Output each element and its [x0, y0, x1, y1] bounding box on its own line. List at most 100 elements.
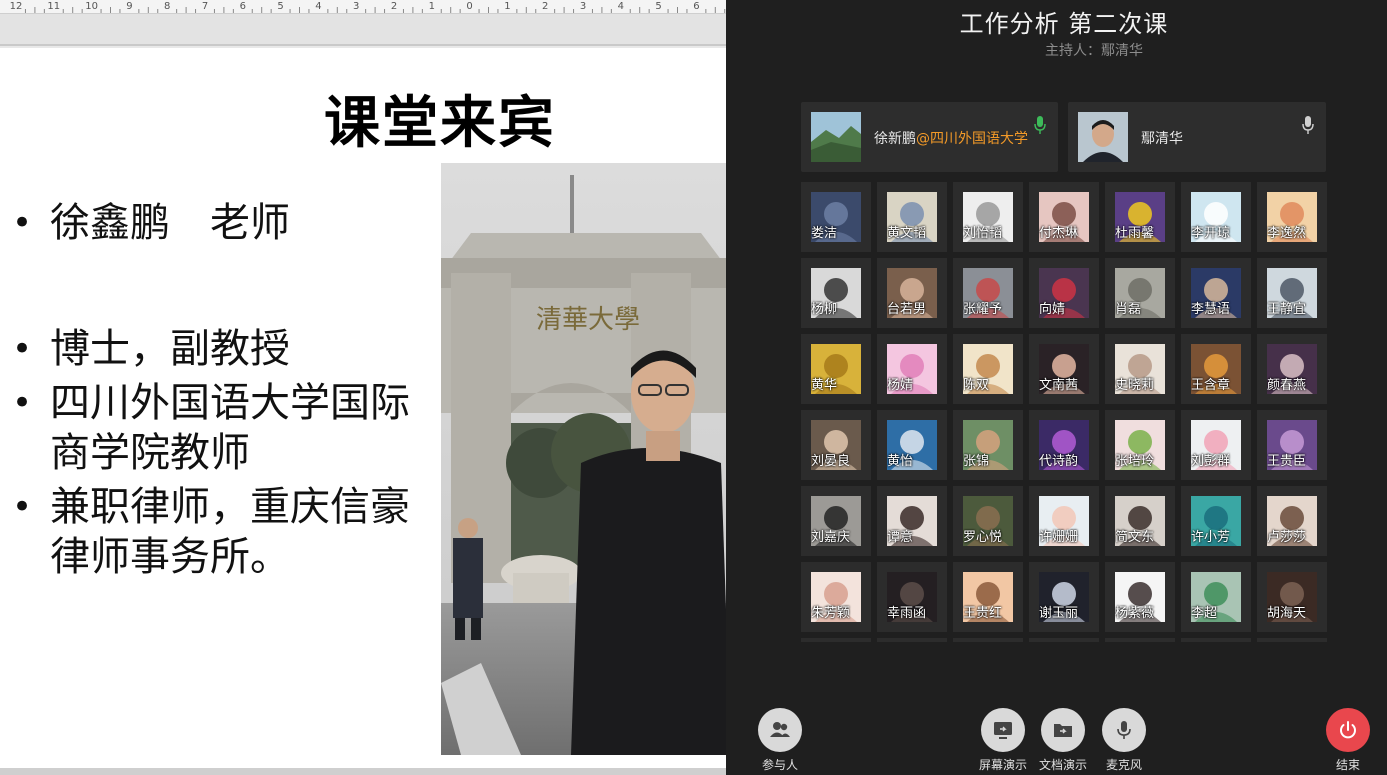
speaker-name: 徐新鹏 [874, 131, 916, 147]
participant-tile[interactable]: 台若男 [877, 258, 947, 328]
participant-name: 张锦 [963, 454, 990, 469]
participant-tile[interactable]: 文南茜 [1029, 334, 1099, 404]
participant-name: 简文东 [1115, 530, 1155, 545]
participant-tile[interactable] [801, 638, 871, 642]
participant-name: 刘彭群 [1191, 454, 1231, 469]
participant-tile[interactable]: 肖磊 [1105, 258, 1175, 328]
participant-tile[interactable]: 谭意 [877, 486, 947, 556]
participant-tile[interactable] [1105, 638, 1175, 642]
folder-icon [1054, 724, 1072, 737]
participant-name: 卢莎莎 [1267, 530, 1307, 545]
participant-tile[interactable]: 王含章 [1181, 334, 1251, 404]
participant-tile[interactable]: 史晓莉 [1105, 334, 1175, 404]
speaker-label: 徐新鹏@四川外国语大学 [874, 128, 1028, 148]
participant-name: 杜雨馨 [1115, 226, 1155, 241]
participants-button[interactable] [758, 708, 802, 752]
participant-name: 刘怡韬 [963, 226, 1003, 241]
participant-tile[interactable]: 付杰琳 [1029, 182, 1099, 252]
end-class-label: 结束 [1335, 758, 1360, 772]
participant-name: 向婧 [1039, 302, 1066, 317]
participant-name: 王含章 [1191, 378, 1231, 393]
participant-tile[interactable] [953, 638, 1023, 642]
participant-tile[interactable]: 娄洁 [801, 182, 871, 252]
screen-share-button[interactable] [981, 708, 1025, 752]
participant-tile[interactable]: 向婧 [1029, 258, 1099, 328]
ruler-number: 12 [9, 1, 23, 12]
ruler-number: 11 [47, 1, 61, 12]
ruler-number: 6 [693, 1, 700, 12]
participant-name: 黄文韬 [887, 226, 927, 241]
ruler-number: 7 [201, 1, 209, 12]
participant-tile[interactable]: 张耀予 [953, 258, 1023, 328]
ruler-number: 9 [126, 1, 133, 12]
participant-tile[interactable]: 刘彭群 [1181, 410, 1251, 480]
participant-tile[interactable] [1029, 638, 1099, 642]
participant-tile[interactable]: 张锦 [953, 410, 1023, 480]
participant-name: 李逸然 [1267, 226, 1307, 241]
participant-tile[interactable]: 简文东 [1105, 486, 1175, 556]
participant-name: 刘嘉庆 [811, 530, 851, 545]
participant-tile[interactable]: 刘晏良 [801, 410, 871, 480]
microphone-button[interactable] [1102, 708, 1146, 752]
avatar [1078, 112, 1128, 162]
participant-tile[interactable]: 李超 [1181, 562, 1251, 632]
participant-tile[interactable]: 许姗姗 [1029, 486, 1099, 556]
participant-tile[interactable]: 黄文韬 [877, 182, 947, 252]
participant-name: 张耀予 [963, 302, 1003, 317]
participant-tile[interactable]: 王静宜 [1257, 258, 1327, 328]
participant-tile[interactable]: 王贵臣 [1257, 410, 1327, 480]
participant-tile[interactable]: 许小芳 [1181, 486, 1251, 556]
ruler-number: 2 [390, 1, 398, 12]
participant-tile[interactable]: 杨柳 [801, 258, 871, 328]
host-name: 鄢清华 [1101, 43, 1143, 59]
ruler-number: 8 [164, 1, 171, 12]
participant-tile[interactable]: 胡海天 [1257, 562, 1327, 632]
participant-tile[interactable] [1181, 638, 1251, 642]
participant-tile[interactable] [1257, 638, 1327, 642]
participant-tile[interactable]: 黄华 [801, 334, 871, 404]
speaker-card[interactable]: 鄢清华 [1068, 102, 1326, 172]
slide-bullet: 四川外国语大学国际商学院教师 [12, 378, 432, 478]
participant-tile[interactable]: 罗心悦 [953, 486, 1023, 556]
participant-name: 娄洁 [811, 226, 838, 241]
ruler-number: 3 [579, 1, 587, 12]
participant-name: 李超 [1191, 606, 1218, 621]
participant-tile[interactable]: 卢莎莎 [1257, 486, 1327, 556]
participant-tile[interactable]: 谢玉丽 [1029, 562, 1099, 632]
participant-name: 胡海天 [1267, 606, 1307, 621]
participant-tile[interactable]: 朱芳颖 [801, 562, 871, 632]
ruler-number: 5 [277, 1, 284, 12]
power-icon [1340, 721, 1356, 739]
svg-text:清華大學: 清華大學 [536, 305, 640, 335]
participant-tile[interactable]: 王贵红 [953, 562, 1023, 632]
participant-tile[interactable]: 刘嘉庆 [801, 486, 871, 556]
end-class-button[interactable] [1326, 708, 1370, 752]
participant-tile[interactable]: 刘怡韬 [953, 182, 1023, 252]
participant-name: 代诗韵 [1039, 454, 1079, 469]
speaker-card[interactable]: 徐新鹏@四川外国语大学 [801, 102, 1058, 172]
slide-bullet-list: 徐鑫鹏 老师 博士，副教授 四川外国语大学国际商学院教师 兼职律师，重庆信豪律师… [12, 198, 432, 582]
participant-tile[interactable]: 李逸然 [1257, 182, 1327, 252]
participant-tile[interactable]: 李慧语 [1181, 258, 1251, 328]
speaker-name: 鄢清华 [1141, 131, 1183, 147]
participant-tile[interactable]: 陈双 [953, 334, 1023, 404]
ruler-number: 4 [315, 1, 322, 12]
participant-name: 许小芳 [1191, 530, 1231, 545]
participant-tile[interactable]: 幸雨函 [877, 562, 947, 632]
slide-toolbar-band [0, 14, 726, 46]
class-title: 工作分析 第二次课 [959, 10, 1169, 38]
participant-tile[interactable]: 杨婧 [877, 334, 947, 404]
participant-tile[interactable]: 黄怡 [877, 410, 947, 480]
participant-name: 王静宜 [1267, 302, 1307, 317]
participant-tile[interactable] [877, 638, 947, 642]
participant-tile[interactable]: 张培玲 [1105, 410, 1175, 480]
participant-tile[interactable]: 杜雨馨 [1105, 182, 1175, 252]
participant-tile[interactable]: 李开琼 [1181, 182, 1251, 252]
participant-name: 王贵臣 [1267, 454, 1307, 469]
participant-grid[interactable]: 娄洁 黄文韬 刘怡韬 付杰琳 杜雨馨 李开琼 李逸然 杨柳 台若男 张耀予 向婧… [801, 182, 1331, 642]
participant-name: 李慧语 [1191, 302, 1231, 317]
participant-tile[interactable]: 代诗韵 [1029, 410, 1099, 480]
participant-tile[interactable]: 杨紫薇 [1105, 562, 1175, 632]
document-share-button[interactable] [1041, 708, 1085, 752]
participant-tile[interactable]: 颜春燕 [1257, 334, 1327, 404]
